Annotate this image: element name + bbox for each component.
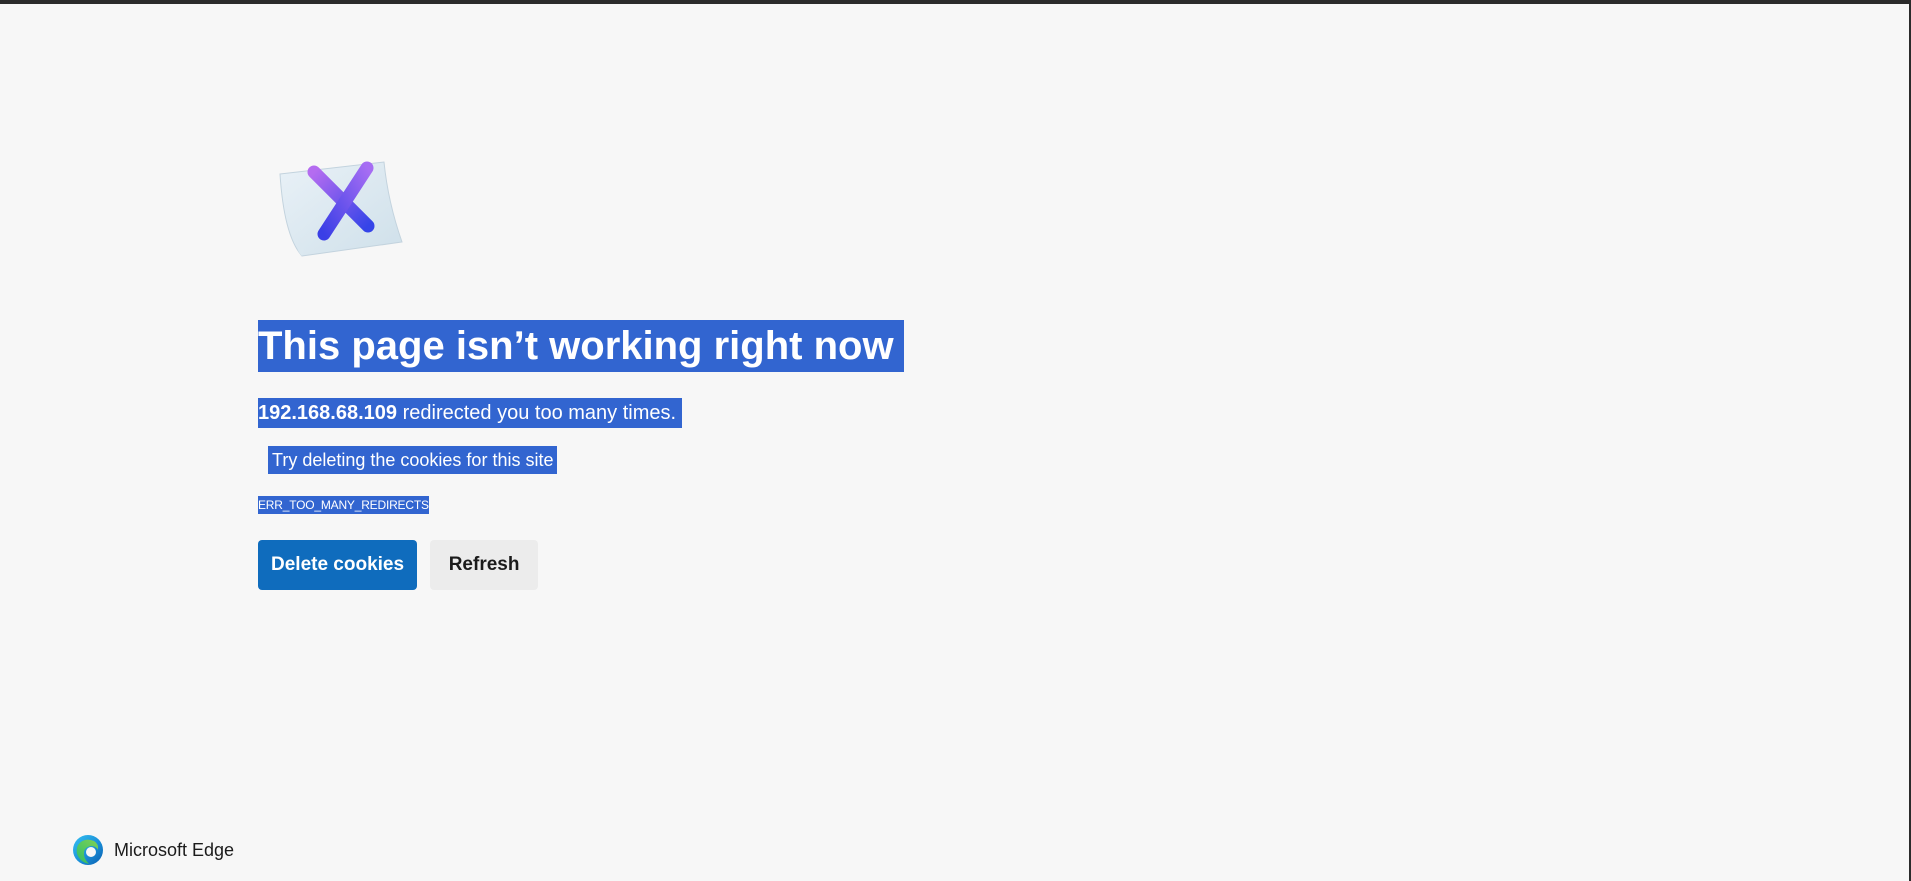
suggestion-text: Try deleting the cookies for this site <box>268 446 558 474</box>
edge-logo-icon <box>72 834 104 866</box>
brand-footer: Microsoft Edge <box>72 834 234 866</box>
redirect-message-text: redirected you too many times. <box>397 402 677 424</box>
action-buttons: Delete cookies Refresh <box>258 540 539 590</box>
redirect-message: 192.168.68.109 redirected you too many t… <box>258 398 683 428</box>
brand-name: Microsoft Edge <box>114 839 235 860</box>
page-title: This page isn’t working right now <box>258 320 904 372</box>
window-top-border <box>0 0 1911 4</box>
refresh-button[interactable]: Refresh <box>430 540 539 590</box>
host-address: 192.168.68.109 <box>258 402 398 424</box>
delete-cookies-button[interactable]: Delete cookies <box>258 540 418 590</box>
error-code: ERR_TOO_MANY_REDIRECTS <box>258 496 429 514</box>
error-x-document-icon <box>272 150 404 260</box>
